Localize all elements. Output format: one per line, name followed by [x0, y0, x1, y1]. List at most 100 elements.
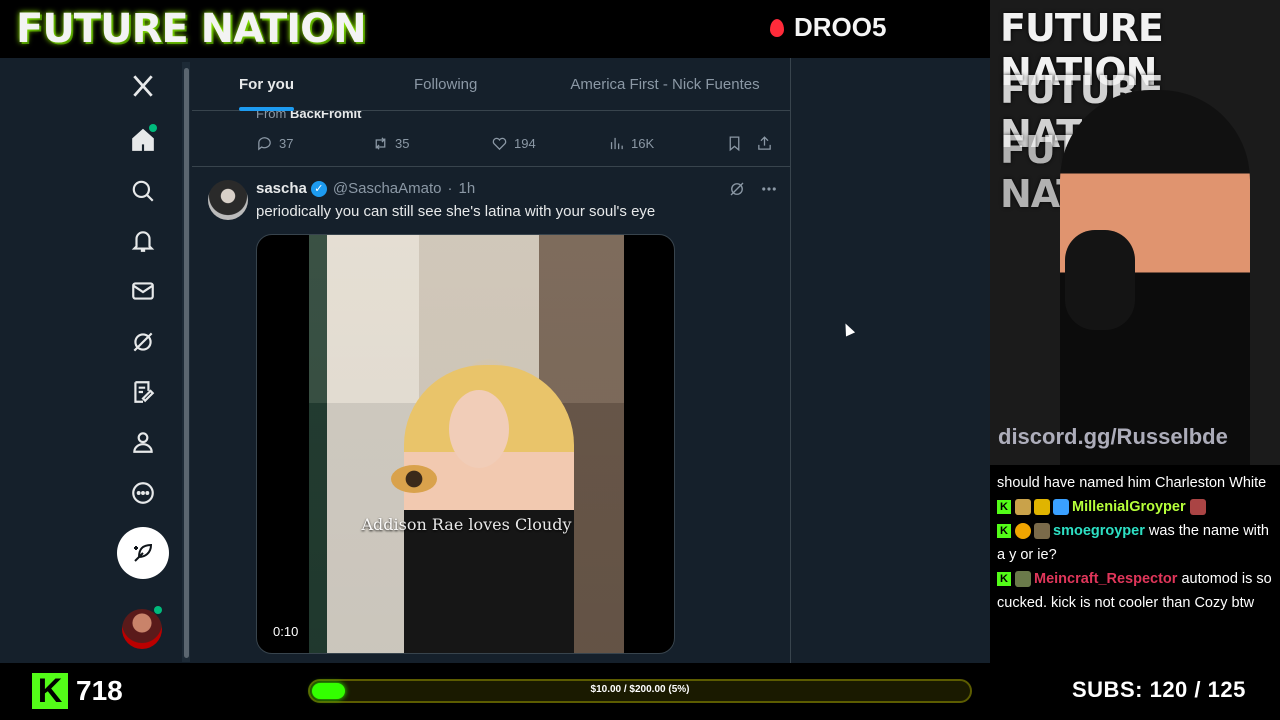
tab-label: America First - Nick Fuentes [570, 76, 760, 93]
reply-count: 37 [279, 136, 294, 151]
tweet-video[interactable]: Addison Rae loves Cloudy 0:10 [256, 234, 675, 654]
reply-button[interactable]: 37 [256, 135, 293, 152]
tweet-author-handle[interactable]: @SaschaAmato [333, 180, 442, 197]
chat-message: K Meincraft_Respector automod is so cucke… [997, 567, 1273, 615]
repost-button[interactable]: 35 [372, 135, 409, 152]
heart-icon [492, 137, 507, 151]
nav-notifications[interactable] [117, 217, 169, 265]
tweet-actions-bar: 37 35 194 16K [256, 135, 776, 157]
stream-code-label: DROO5 [794, 12, 887, 42]
discord-link-text: discord.gg/Russelbde [998, 424, 1228, 449]
subs-value: 120 / 125 [1149, 677, 1246, 702]
share-icon [758, 136, 771, 150]
share-button[interactable] [756, 135, 773, 152]
top-overlay-bar: FUTURE NATION DROO5 [0, 0, 990, 58]
bookmark-icon [729, 136, 740, 152]
grok-icon[interactable] [728, 180, 746, 198]
stream-code: DROO5 [770, 12, 886, 43]
kick-badge-icon: K [997, 524, 1011, 539]
donation-goal-bar: $10.00 / $200.00 (5%) [308, 679, 972, 703]
sword-badge-icon [1053, 499, 1069, 516]
tab-following[interactable]: Following [414, 58, 477, 111]
online-dot [154, 606, 162, 614]
views-button[interactable]: 16K [608, 135, 654, 152]
nav-grok[interactable] [117, 318, 169, 366]
timeline-feed: From BackFromIt 37 35 194 16K sascha ✓ @… [192, 58, 791, 663]
separator-dot: · [447, 180, 453, 197]
like-count: 194 [514, 136, 536, 151]
timeline-tabs: For you Following America First - Nick F… [192, 58, 790, 111]
video-timer: 0:10 [273, 624, 299, 639]
verified-badge-icon: ✓ [310, 180, 327, 197]
brand-logo-text: FUTURE NATION [16, 6, 367, 52]
analytics-icon [610, 137, 623, 150]
emote-icon [1034, 523, 1050, 540]
notification-dot [149, 124, 157, 132]
bookmark-button[interactable] [726, 135, 743, 152]
mail-icon [132, 282, 154, 300]
x-logo-icon[interactable] [117, 62, 169, 110]
nav-explore[interactable] [117, 167, 169, 215]
repost-count: 35 [395, 136, 410, 151]
nav-profile[interactable] [117, 418, 169, 466]
nav-messages[interactable] [117, 267, 169, 315]
video-donut [391, 465, 437, 493]
chat-username[interactable]: Meincraft_Respector [1034, 571, 1177, 587]
nav-more[interactable] [117, 469, 169, 517]
video-face [449, 390, 509, 468]
tab-for-you[interactable]: For you [239, 58, 294, 111]
video-caption: Addison Rae loves Cloudy [361, 515, 572, 534]
nav-lists[interactable] [117, 368, 169, 416]
webcam-panel: FUTURE NATION FUTURE NATION FUTURE NATIO… [990, 0, 1280, 465]
pin-icon [770, 18, 784, 37]
kick-logo-icon: K [32, 673, 68, 709]
like-button[interactable]: 194 [491, 135, 536, 152]
tweet-author-avatar[interactable] [208, 180, 248, 220]
goal-text: $10.00 / $200.00 (5%) [590, 684, 690, 695]
one-badge-icon [1015, 523, 1031, 540]
tweet-header: sascha ✓ @SaschaAmato · 1h [256, 180, 475, 197]
subs-label: SUBS: [1072, 677, 1143, 702]
grok-icon [133, 332, 153, 352]
subs-counter: SUBS: 120 / 125 [1072, 677, 1246, 703]
chat-text: should have named him Charleston White [997, 475, 1267, 491]
chat-panel: should have named him Charleston White K… [990, 465, 1280, 663]
scrollbar-thumb[interactable] [184, 68, 189, 658]
kick-badge-icon: K [997, 572, 1011, 587]
crown-badge-icon [1034, 499, 1050, 516]
tweet-author-name[interactable]: sascha [256, 180, 307, 197]
x-app-window: From BackFromIt 37 35 194 16K sascha ✓ @… [0, 58, 990, 663]
tab-america-first[interactable]: America First - Nick Fuentes [570, 58, 759, 111]
chat-username[interactable]: MillenialGroyper [1072, 499, 1186, 515]
chat-username[interactable]: smoegroyper [1053, 523, 1145, 539]
video-frame: Addison Rae loves Cloudy [309, 235, 624, 653]
tweet-timestamp[interactable]: 1h [459, 180, 476, 197]
reply-icon [258, 137, 271, 151]
tweet-divider [192, 166, 790, 167]
account-avatar[interactable] [122, 609, 162, 649]
tab-label: For you [239, 76, 294, 93]
kick-badge-icon: K [997, 500, 1011, 515]
emote-icon [1015, 499, 1031, 516]
nav-home[interactable] [117, 116, 169, 164]
emote-icon [1189, 499, 1206, 516]
view-count: 16K [631, 136, 655, 151]
emote-icon [1015, 571, 1031, 588]
chat-message: K MillenialGroyper [997, 495, 1273, 519]
chat-message: should have named him Charleston White [997, 471, 1273, 495]
more-icon [132, 482, 154, 504]
bell-icon [131, 231, 155, 252]
tweet-text: periodically you can still see she's lat… [256, 203, 656, 220]
repost-icon [375, 137, 386, 150]
tweet-tools [728, 180, 778, 198]
profile-icon [133, 432, 153, 453]
chat-message: Ksmoegroyper was the name with a y or ie… [997, 519, 1273, 567]
mouse-cursor-icon [840, 321, 856, 337]
compose-list-icon [134, 381, 155, 403]
viewer-count: 718 [76, 675, 123, 706]
bottom-overlay-bar: K 718 $10.00 / $200.00 (5%) SUBS: 120 / … [0, 663, 1280, 720]
compose-post-button[interactable] [117, 527, 169, 579]
active-tab-indicator [239, 107, 294, 111]
microphone [1065, 230, 1135, 330]
more-options-icon[interactable] [760, 180, 778, 198]
